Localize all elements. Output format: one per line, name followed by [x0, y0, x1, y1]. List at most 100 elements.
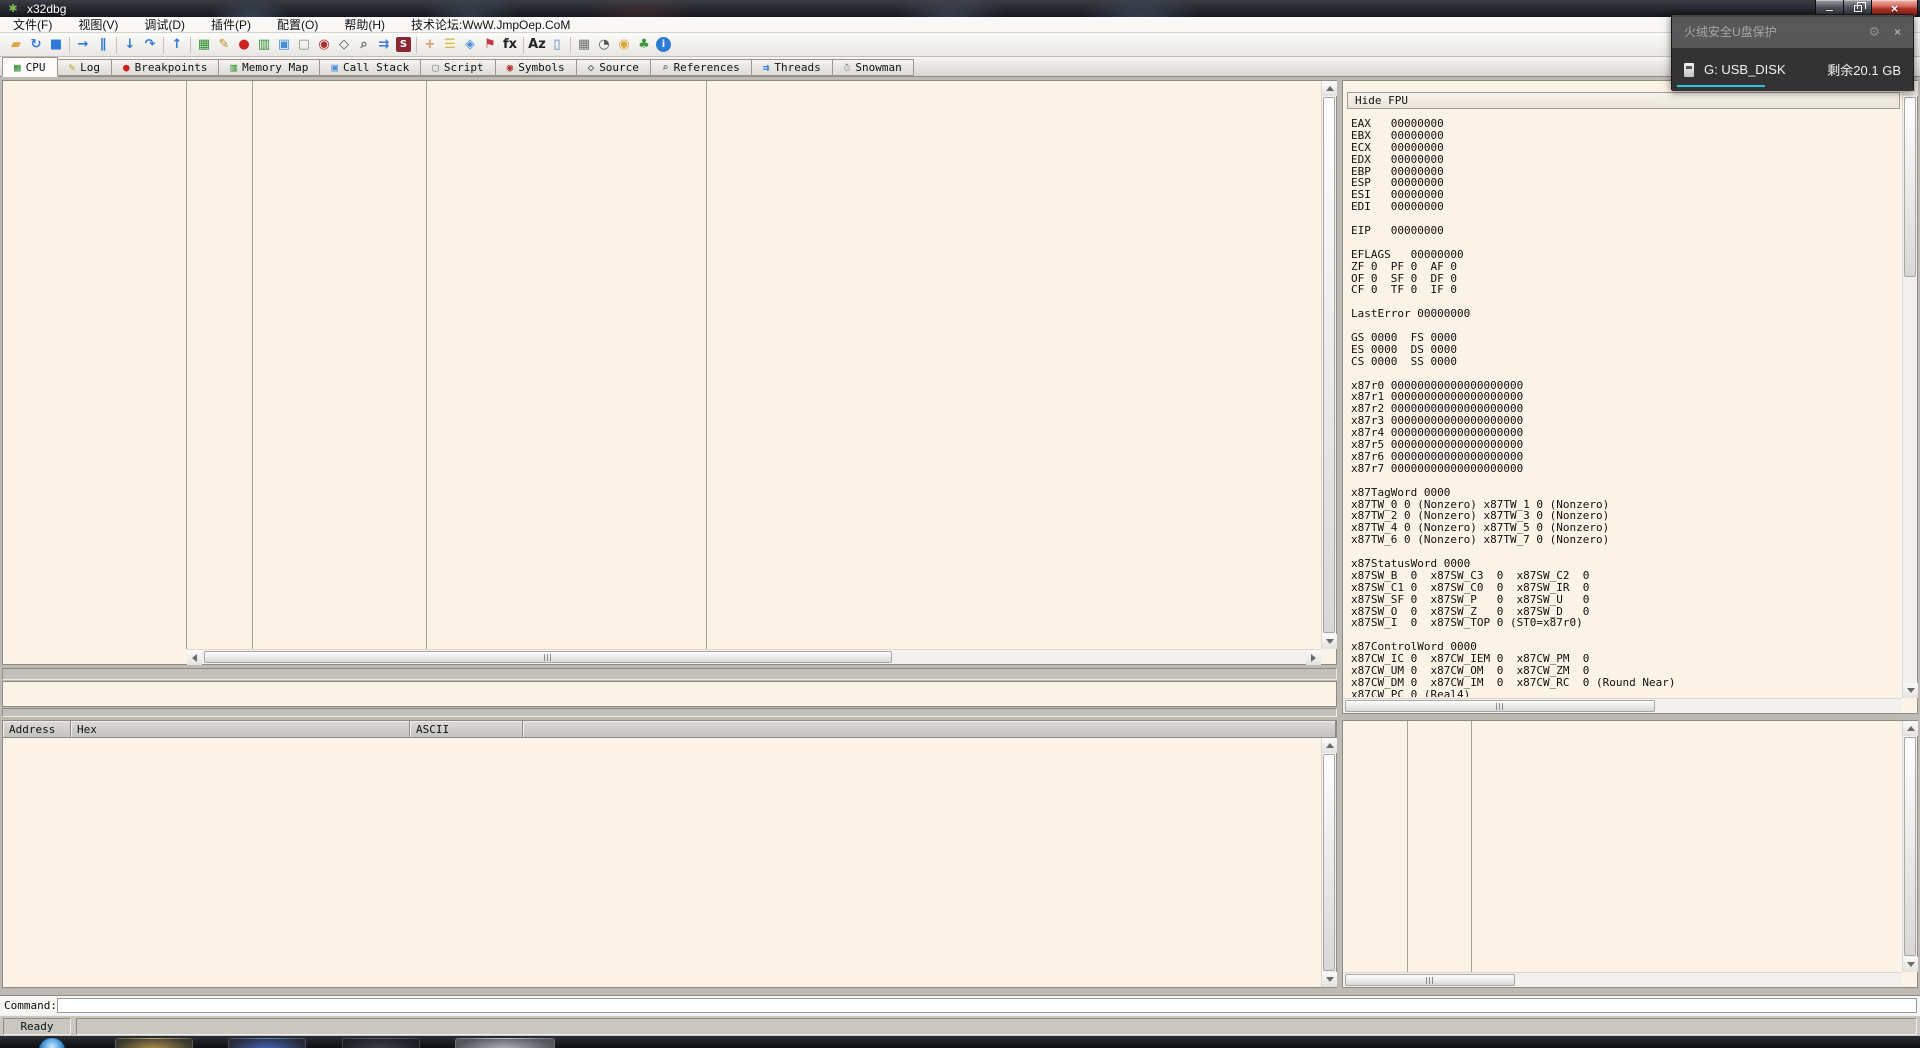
dump-vscrollbar[interactable]: [1321, 738, 1337, 987]
tab-script[interactable]: ▢ Script: [421, 59, 496, 76]
font-az-icon[interactable]: Az: [527, 35, 547, 55]
tab-cpu[interactable]: ▦ CPU: [2, 57, 58, 77]
function-fx-icon[interactable]: fx: [500, 35, 520, 55]
tab-snowman[interactable]: ☃ Snowman: [832, 59, 914, 76]
menu-item-plugins[interactable]: 插件(P): [198, 17, 264, 33]
hscroll-thumb[interactable]: [204, 651, 892, 663]
scroll-down-arrow[interactable]: [1322, 634, 1337, 649]
vscroll-thumb[interactable]: [1323, 754, 1335, 971]
handheld-icon[interactable]: ▯: [547, 35, 567, 55]
info-icon[interactable]: i: [656, 37, 671, 52]
vscroll-thumb[interactable]: [1904, 97, 1916, 277]
coins-icon[interactable]: ◉: [614, 35, 634, 55]
tab-log[interactable]: ✎ Log: [57, 59, 112, 76]
tab-source[interactable]: ◇ Source: [576, 59, 651, 76]
snowman-icon[interactable]: S: [396, 37, 411, 52]
tab-call-stack[interactable]: ▣ Call Stack: [320, 59, 422, 76]
run-to-return-icon[interactable]: ↑: [167, 35, 187, 55]
comments-icon[interactable]: ☰: [440, 35, 460, 55]
tab-threads[interactable]: ⇉ Threads: [751, 59, 833, 76]
menu-item-options[interactable]: 配置(O): [264, 17, 331, 33]
dump-column-header-address[interactable]: Address: [3, 721, 71, 737]
scroll-down-arrow[interactable]: [1903, 683, 1918, 698]
symbols-icon[interactable]: ◉: [314, 35, 334, 55]
clock-icon[interactable]: ◔: [594, 35, 614, 55]
source-icon[interactable]: ◇: [334, 35, 354, 55]
column-divider[interactable]: [706, 81, 707, 649]
step-over-icon[interactable]: ↷: [140, 35, 160, 55]
tab-memory-map[interactable]: ▥ Memory Map: [219, 59, 321, 76]
hide-fpu-button[interactable]: Hide FPU: [1347, 92, 1900, 109]
call-stack-icon[interactable]: ▣: [274, 35, 294, 55]
memory-map-icon[interactable]: ▥: [254, 35, 274, 55]
disassembly-hscrollbar[interactable]: [187, 649, 1321, 665]
scroll-up-arrow[interactable]: [1322, 738, 1337, 753]
splitter-handle[interactable]: [2, 708, 1337, 717]
tab-symbols[interactable]: ◉ Symbols: [495, 59, 577, 76]
gear-icon[interactable]: ⚙: [1868, 25, 1880, 38]
open-file-icon[interactable]: ▰: [6, 35, 26, 55]
disassembly-panel[interactable]: [2, 80, 1337, 665]
column-divider[interactable]: [1471, 721, 1472, 972]
app-bug-icon: ✱: [8, 2, 18, 15]
menu-item-help[interactable]: 帮助(H): [331, 17, 398, 33]
dump-panel[interactable]: Address Hex ASCII: [2, 720, 1337, 988]
mascot-icon[interactable]: ♣: [634, 35, 654, 55]
registers-view[interactable]: EAX 00000000 EBX 00000000 ECX 00000000 EDX …: [1351, 118, 1900, 697]
hscroll-thumb[interactable]: [1345, 974, 1515, 986]
column-divider[interactable]: [252, 81, 253, 649]
vscroll-thumb[interactable]: [1904, 737, 1916, 956]
vscroll-thumb[interactable]: [1323, 97, 1335, 633]
taskbar-button[interactable]: [115, 1038, 193, 1048]
patch-icon[interactable]: +: [420, 35, 440, 55]
scroll-right-arrow[interactable]: [1306, 650, 1321, 665]
stack-vscrollbar[interactable]: [1902, 721, 1918, 972]
threads-icon[interactable]: ⇉: [374, 35, 394, 55]
dump-column-header-hex[interactable]: Hex: [71, 721, 410, 737]
tab-breakpoints[interactable]: ● Breakpoints: [112, 59, 220, 76]
register-line: ZF 0 PF 0 AF 0: [1351, 259, 1457, 273]
cpu-icon[interactable]: ▦: [194, 35, 214, 55]
splitter-handle[interactable]: [2, 668, 1337, 680]
registers-vscrollbar[interactable]: [1902, 81, 1918, 698]
pause-icon[interactable]: ∥: [93, 35, 113, 55]
calculator-icon[interactable]: ▦: [574, 35, 594, 55]
disassembly-sidebar[interactable]: [3, 81, 187, 649]
script-icon[interactable]: ▢: [294, 35, 314, 55]
labels-icon[interactable]: ◈: [460, 35, 480, 55]
disassembly-vscrollbar[interactable]: [1321, 81, 1337, 649]
step-into-icon[interactable]: ↓: [120, 35, 140, 55]
command-input[interactable]: [57, 998, 1917, 1013]
scroll-down-arrow[interactable]: [1322, 972, 1337, 987]
column-divider[interactable]: [1407, 721, 1408, 972]
stop-icon[interactable]: ■: [46, 35, 66, 55]
scroll-up-arrow[interactable]: [1903, 721, 1918, 736]
title-bar[interactable]: ✱ x32dbg: [0, 0, 1920, 17]
dump-column-header-ascii[interactable]: ASCII: [410, 721, 523, 737]
menu-item-debug[interactable]: 调试(D): [131, 17, 198, 33]
menu-item-forum[interactable]: 技术论坛:WwW.JmpOep.CoM: [398, 17, 583, 33]
taskbar-button[interactable]: [455, 1038, 555, 1048]
tab-references[interactable]: ⌕ References: [650, 59, 752, 76]
references-icon[interactable]: ⌕: [354, 35, 374, 55]
scroll-up-arrow[interactable]: [1322, 81, 1337, 96]
registers-hscrollbar[interactable]: [1343, 698, 1902, 713]
taskbar-button[interactable]: [342, 1038, 420, 1048]
popup-close-icon[interactable]: ×: [1894, 26, 1901, 38]
menu-item-view[interactable]: 视图(V): [65, 17, 131, 33]
run-icon[interactable]: →: [73, 35, 93, 55]
dump-column-header-rest[interactable]: [523, 721, 1336, 737]
stack-hscrollbar[interactable]: [1343, 972, 1902, 987]
breakpoints-icon[interactable]: ●: [234, 35, 254, 55]
log-icon[interactable]: ✎: [214, 35, 234, 55]
scroll-down-arrow[interactable]: [1903, 957, 1918, 972]
bookmarks-icon[interactable]: ⚑: [480, 35, 500, 55]
start-button[interactable]: [38, 1037, 66, 1048]
hscroll-thumb[interactable]: [1345, 700, 1655, 712]
restart-icon[interactable]: ↻: [26, 35, 46, 55]
scroll-left-arrow[interactable]: [187, 650, 202, 665]
column-divider[interactable]: [426, 81, 427, 649]
menu-item-file[interactable]: 文件(F): [0, 17, 65, 33]
taskbar-button[interactable]: [228, 1038, 306, 1048]
stack-panel[interactable]: [1342, 720, 1918, 988]
